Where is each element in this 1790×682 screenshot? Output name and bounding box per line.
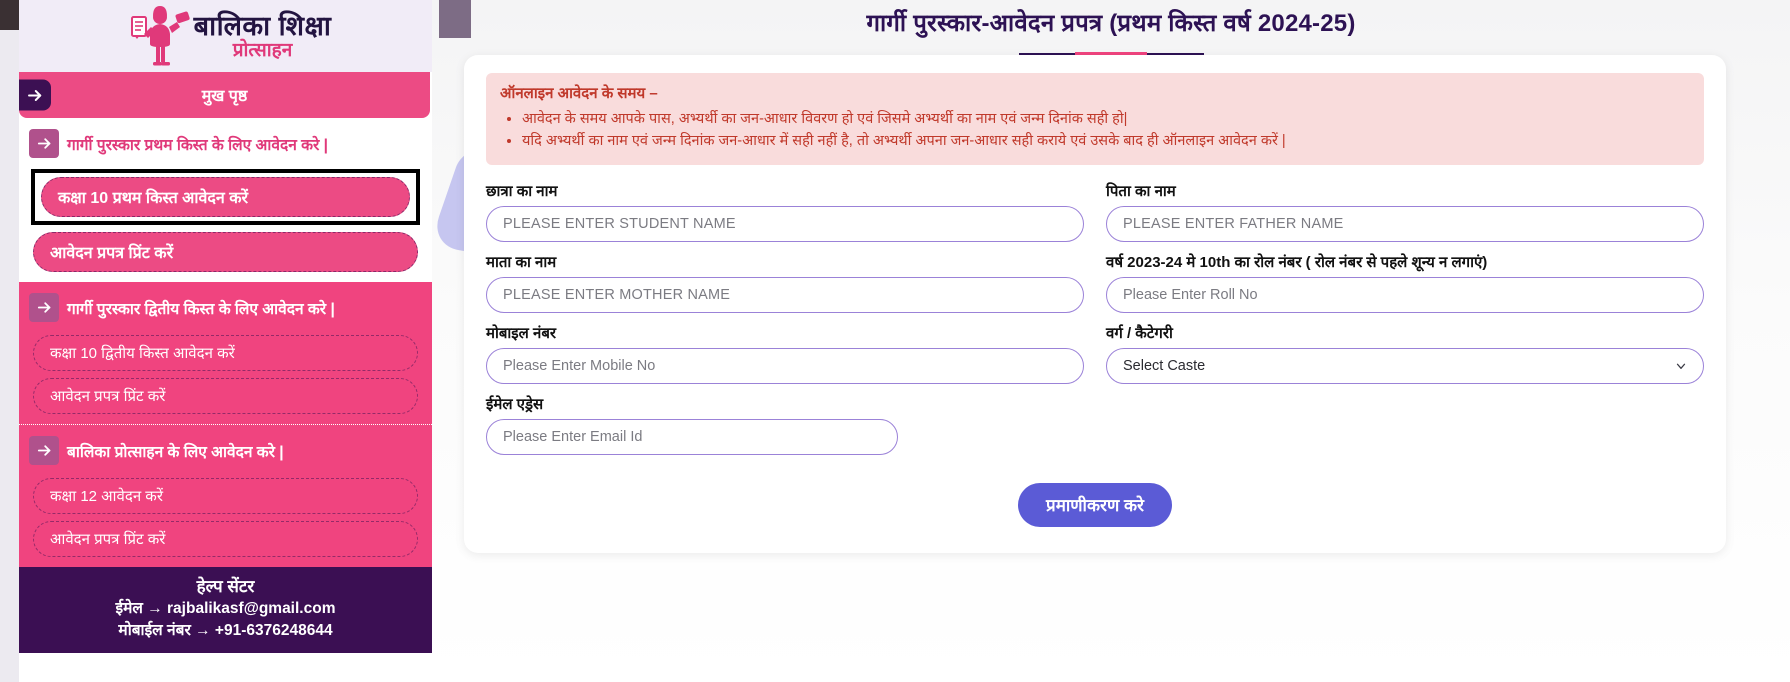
- page-title: गार्गी पुरस्कार-आवेदन प्रपत्र (प्रथम किस…: [866, 10, 1356, 37]
- roll-no-input[interactable]: [1106, 276, 1704, 313]
- sidebar-item-label: आवेदन प्रपत्र प्रिंट करें: [50, 531, 166, 548]
- browser-left-edge-lower: [0, 30, 19, 682]
- help-center-email[interactable]: ईमेल → rajbalikasf@gmail.com: [25, 598, 426, 619]
- father-name-label: पिता का नाम: [1106, 182, 1176, 200]
- arrow-right-icon: [29, 129, 59, 158]
- caste-select-wrap: Select Caste: [1106, 347, 1704, 384]
- caste-select[interactable]: Select Caste: [1106, 347, 1704, 384]
- arrow-right-icon: [29, 293, 59, 322]
- email-input[interactable]: [486, 418, 898, 455]
- mobile-input[interactable]: [486, 347, 1084, 384]
- roll-no-label: वर्ष 2023-24 मे 10th का रोल नंबर ( रोल न…: [1106, 253, 1488, 271]
- student-name-input[interactable]: [486, 205, 1084, 242]
- sidebar-item-label: आवेदन प्रपत्र प्रिंट करें: [50, 388, 166, 405]
- instructions-notice: ऑनलाइन आवेदन के समय – आवेदन के समय आपके …: [486, 73, 1704, 165]
- father-name-input[interactable]: [1106, 205, 1704, 242]
- instructions-list: आवेदन के समय आपके पास, अभ्यर्थी का जन-आध…: [500, 108, 1690, 153]
- sidebar-item-label: कक्षा 10 प्रथम किस्त आवेदन करें: [58, 190, 249, 207]
- instructions-title: ऑनलाइन आवेदन के समय –: [500, 85, 658, 102]
- help-center-mobile[interactable]: मोबाईल नंबर → +91-6376248644: [25, 620, 426, 641]
- field-father-name: पिता का नाम: [1106, 181, 1704, 242]
- help-center-title: हेल्प सेंटर: [196, 577, 255, 596]
- sidebar-group-heading-label: गार्गी पुरस्कार द्वितीय किस्त के लिए आवे…: [67, 300, 335, 318]
- field-email: ईमेल एड्रेस: [486, 394, 1084, 455]
- sidebar-item-class10-second-installment-apply[interactable]: कक्षा 10 द्वितीय किस्त आवेदन करें: [33, 335, 418, 371]
- page-title-wrap: गार्गी पुरस्कार-आवेदन प्रपत्र (प्रथम किस…: [432, 6, 1790, 56]
- sidebar-item-print-application-second[interactable]: आवेदन प्रपत्र प्रिंट करें: [33, 378, 418, 414]
- girl-with-certificate-icon: [130, 6, 190, 66]
- sidebar-item-print-application-class12[interactable]: आवेदन प्रपत्र प्रिंट करें: [33, 521, 418, 557]
- sidebar-group-heading-label: बालिका प्रोत्साहन के लिए आवेदन करे |: [67, 443, 284, 461]
- student-name-label: छात्रा का नाम: [486, 182, 558, 200]
- sidebar-group-heading: गार्गी पुरस्कार द्वितीय किस्त के लिए आवे…: [29, 288, 422, 328]
- sidebar-group-first-installment: गार्गी पुरस्कार प्रथम किस्त के लिए आवेदन…: [19, 118, 432, 282]
- sidebar-group-heading: गार्गी पुरस्कार प्रथम किस्त के लिए आवेदन…: [29, 124, 422, 164]
- active-selection-highlight: कक्षा 10 प्रथम किस्त आवेदन करें: [31, 169, 420, 225]
- sidebar-group-heading: बालिका प्रोत्साहन के लिए आवेदन करे |: [29, 431, 422, 471]
- sidebar: बालिका शिक्षा प्रोत्साहन मुख पृष्ठ गार्ग: [19, 0, 432, 682]
- sidebar-group-heading-label: गार्गी पुरस्कार प्रथम किस्त के लिए आवेदन…: [67, 136, 329, 154]
- mother-name-label: माता का नाम: [486, 253, 557, 271]
- sidebar-item-label: आवेदन प्रपत्र प्रिंट करें: [50, 245, 174, 262]
- instruction-item: आवेदन के समय आपके पास, अभ्यर्थी का जन-आध…: [522, 108, 1690, 130]
- field-mobile: मोबाइल नंबर: [486, 323, 1084, 384]
- mobile-label: मोबाइल नंबर: [486, 324, 557, 342]
- sidebar-item-print-application-first[interactable]: आवेदन प्रपत्र प्रिंट करें: [33, 232, 418, 272]
- sidebar-group-second-installment: गार्गी पुरस्कार द्वितीय किस्त के लिए आवे…: [19, 282, 432, 424]
- site-logo: बालिका शिक्षा प्रोत्साहन: [19, 0, 432, 72]
- page-root: बालिका शिक्षा प्रोत्साहन मुख पृष्ठ गार्ग: [0, 0, 1790, 682]
- application-form: छात्रा का नाम पिता का नाम माता का नाम वर…: [486, 181, 1704, 463]
- logo-subtitle: प्रोत्साहन: [232, 39, 293, 61]
- sidebar-item-home-label: मुख पृष्ठ: [201, 88, 248, 105]
- sidebar-item-class12-apply[interactable]: कक्षा 12 आवेदन करें: [33, 478, 418, 514]
- grid-spacer: [1106, 394, 1704, 463]
- caste-label: वर्ग / कैटेगरी: [1106, 324, 1173, 342]
- application-form-card: ऑनलाइन आवेदन के समय – आवेदन के समय आपके …: [464, 55, 1726, 553]
- help-center: हेल्प सेंटर ईमेल → rajbalikasf@gmail.com…: [19, 567, 432, 654]
- submit-row: प्रमाणीकरण करे: [486, 482, 1704, 527]
- verify-submit-button[interactable]: प्रमाणीकरण करे: [1018, 482, 1172, 527]
- sidebar-item-label: कक्षा 12 आवेदन करें: [50, 488, 163, 505]
- sidebar-group-balika-protsahan: बालिका प्रोत्साहन के लिए आवेदन करे | कक्…: [19, 424, 432, 567]
- field-mother-name: माता का नाम: [486, 252, 1084, 313]
- field-roll-no: वर्ष 2023-24 मे 10th का रोल नंबर ( रोल न…: [1106, 252, 1704, 313]
- instruction-item: यदि अभ्यर्थी का नाम एवं जन्म दिनांक जन-आ…: [522, 130, 1690, 152]
- field-caste: वर्ग / कैटेगरी Select Caste: [1106, 323, 1704, 384]
- main-content: गार्गी पुरस्कार-आवेदन प्रपत्र (प्रथम किस…: [432, 0, 1790, 682]
- arrow-right-icon: [19, 79, 51, 111]
- sidebar-item-label: कक्षा 10 द्वितीय किस्त आवेदन करें: [50, 345, 235, 362]
- mother-name-input[interactable]: [486, 276, 1084, 313]
- email-label: ईमेल एड्रेस: [486, 395, 544, 413]
- field-student-name: छात्रा का नाम: [486, 181, 1084, 242]
- sidebar-item-class10-first-installment-apply[interactable]: कक्षा 10 प्रथम किस्त आवेदन करें: [41, 177, 410, 217]
- sidebar-item-home[interactable]: मुख पृष्ठ: [19, 72, 430, 118]
- logo-title: बालिका शिक्षा: [193, 10, 332, 41]
- arrow-right-icon: [29, 436, 59, 465]
